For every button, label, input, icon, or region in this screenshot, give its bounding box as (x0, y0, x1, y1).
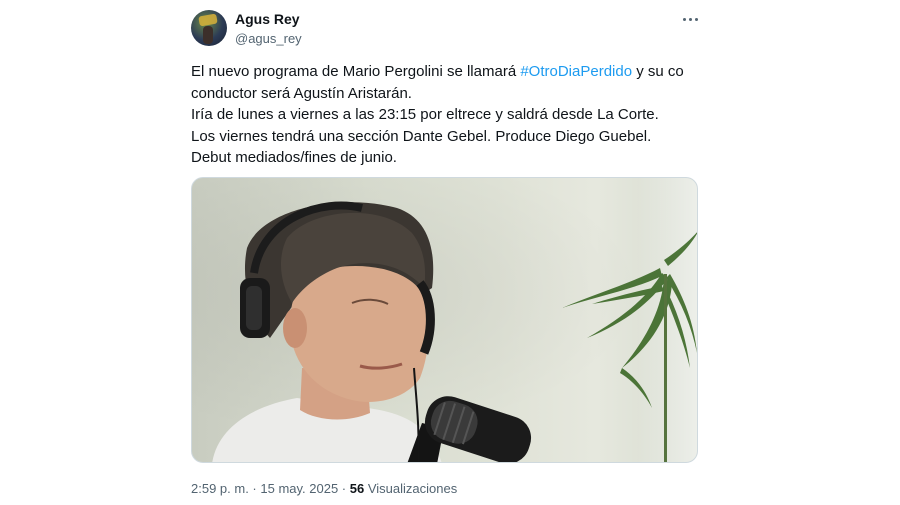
hashtag-link[interactable]: #OtroDiaPerdido (520, 63, 632, 80)
tweet-time[interactable]: 2:59 p. m. (191, 481, 249, 496)
tweet-metadata: 2:59 p. m. · 15 may. 2025 · 56 Visualiza… (191, 481, 457, 496)
avatar[interactable] (191, 10, 227, 46)
tweet-media-photo[interactable] (191, 177, 698, 463)
views-label: Visualizaciones (364, 481, 458, 496)
tweet-text-line-1: El nuevo programa de Mario Pergolini se … (191, 61, 701, 83)
microphone (407, 396, 532, 462)
author-handle[interactable]: @agus_rey (235, 31, 302, 46)
tweet-date[interactable]: 15 may. 2025 (260, 481, 338, 496)
plant (562, 232, 697, 462)
author-name[interactable]: Agus Rey (235, 11, 300, 27)
more-options-icon[interactable] (676, 10, 704, 28)
separator: · (248, 481, 261, 496)
tweet-text-segment: y su co (632, 63, 684, 80)
tweet-text: El nuevo programa de Mario Pergolini se … (191, 61, 701, 169)
tweet-text-segment: El nuevo programa de Mario Pergolini se … (191, 63, 521, 80)
tweet-text-line-5: Debut mediados/fines de junio. (191, 149, 397, 166)
tweet-text-line-2: conductor será Agustín Aristarán. (191, 84, 412, 102)
tweet-text-line-3: Iría de lunes a viernes a las 23:15 por … (191, 106, 659, 123)
separator: · (338, 481, 350, 496)
photo-illustration (212, 201, 697, 462)
avatar-image-figure (203, 26, 213, 44)
tweet-text-line-4: Los viernes tendrá una sección Dante Geb… (191, 127, 652, 145)
tweet-card: Agus Rey @agus_rey El nuevo programa de … (0, 0, 900, 505)
views-count[interactable]: 56 (350, 481, 364, 496)
avatar-image-highlight (198, 13, 218, 27)
